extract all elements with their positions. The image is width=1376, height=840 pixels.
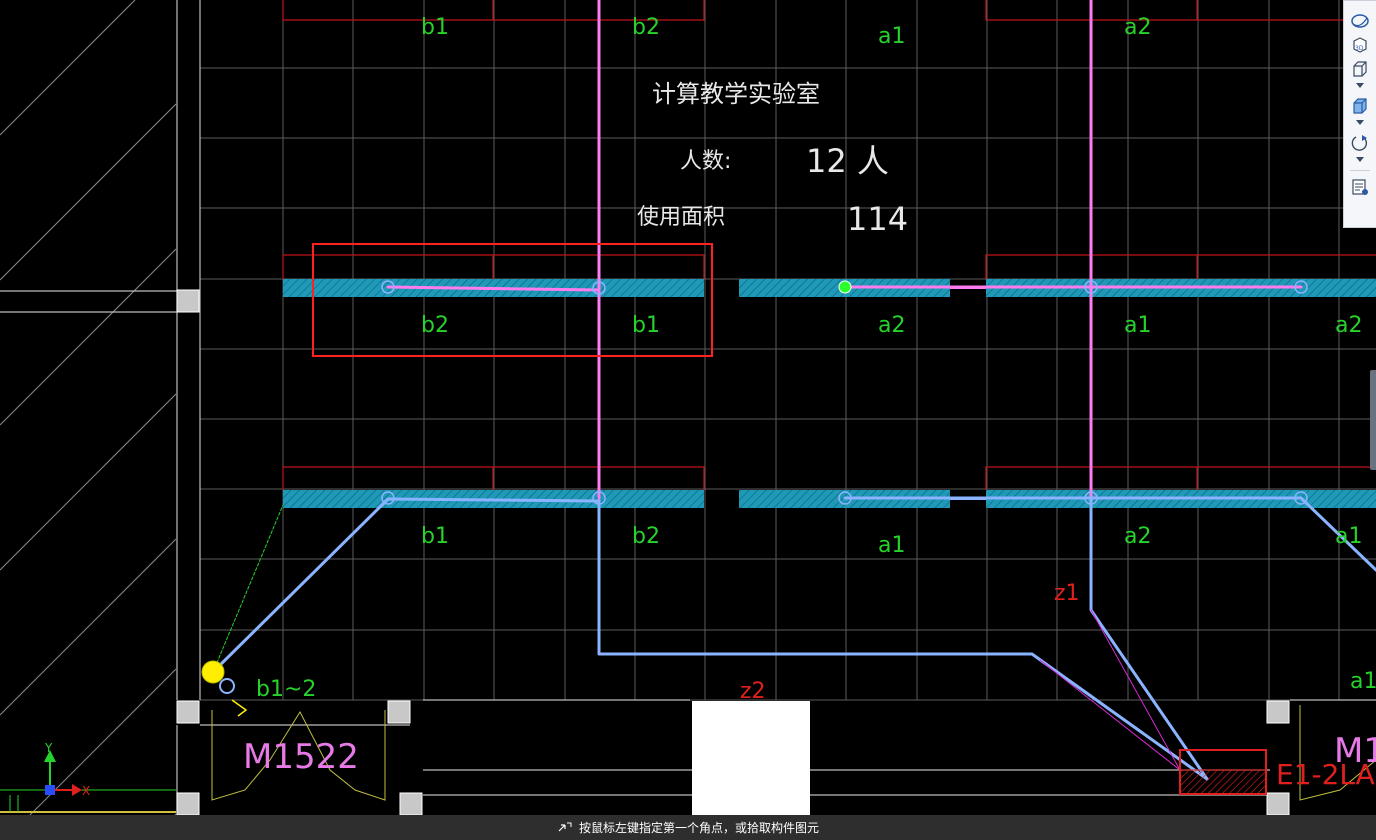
tag-z2: z2	[740, 679, 766, 704]
ucs-y-label: Y	[44, 741, 53, 755]
switch-socket	[219, 678, 235, 694]
occupancy-value: 12 人	[806, 142, 889, 180]
wiring	[211, 0, 1376, 781]
cube-wire-icon[interactable]	[1348, 57, 1372, 81]
fixture-label: a2	[1335, 313, 1362, 338]
status-bar: 按鼠标左键指定第一个角点，或拾取构件图元	[0, 815, 1376, 840]
svg-text:3D: 3D	[1355, 45, 1364, 52]
tag-z1: z1	[1054, 581, 1080, 606]
switch-symbol	[231, 699, 248, 717]
rotate-icon[interactable]	[1348, 131, 1372, 155]
fixture-label: a2	[878, 313, 905, 338]
cube-solid-dropdown-icon[interactable]	[1356, 120, 1364, 125]
door-label-left: M1522	[243, 737, 359, 777]
opening-block	[692, 701, 810, 815]
area-label: 使用面积	[637, 205, 725, 230]
fixture-nodes	[381, 280, 1308, 505]
grid-bubble-marks	[9, 795, 19, 812]
fixture-label: a2	[1124, 15, 1151, 40]
ucs-x-label: X	[82, 784, 90, 798]
distribution-panel-hatch	[1179, 769, 1267, 795]
switch-label-right: a1	[1350, 669, 1376, 694]
fixture-label: a1	[1124, 313, 1151, 338]
layer-view-icon[interactable]	[1348, 175, 1372, 199]
toolbar-divider	[1350, 170, 1370, 171]
ucs-icon: Y X	[44, 741, 90, 798]
fixture-label: b1	[632, 313, 660, 338]
area-value: 114	[847, 200, 908, 238]
view-toolbar: 3D	[1343, 0, 1376, 228]
cube-solid-icon[interactable]	[1348, 94, 1372, 118]
fixture-label: b1	[421, 15, 449, 40]
room-name: 计算教学实验室	[652, 80, 820, 108]
wall-hatch-left	[0, 0, 177, 815]
side-panel-toggle[interactable]	[1370, 370, 1376, 470]
occupancy-label: 人数:	[680, 149, 731, 174]
fixture-label: b2	[632, 524, 660, 549]
orbit-icon[interactable]	[1348, 9, 1372, 33]
branch-junction	[950, 286, 986, 289]
fixture-label: a1	[878, 24, 905, 49]
fixture-label: a1	[878, 533, 905, 558]
switch-point[interactable]	[201, 660, 225, 684]
structure-walls	[0, 0, 1376, 815]
branch-junction-lower	[950, 497, 986, 500]
pick-corner-icon	[557, 818, 573, 837]
fixture-label: b2	[421, 313, 449, 338]
status-prompt: 按鼠标左键指定第一个角点，或拾取构件图元	[578, 821, 819, 835]
fixture-label: a2	[1124, 524, 1151, 549]
view-3d-icon[interactable]: 3D	[1348, 33, 1372, 57]
switch-label: b1~2	[256, 677, 316, 702]
selected-fixture-node[interactable]	[838, 280, 852, 294]
fixture-label: b2	[632, 15, 660, 40]
fixture-label: a1	[1335, 524, 1362, 549]
panel-label: E1-2LADA	[1276, 758, 1376, 791]
cad-canvas[interactable]: 计算教学实验室 人数: 12 人 使用面积 114 b1 b2 a1 a2 b2…	[0, 0, 1376, 815]
fixture-label: b1	[421, 524, 449, 549]
rotate-dropdown-icon[interactable]	[1356, 157, 1364, 162]
cube-wire-dropdown-icon[interactable]	[1356, 83, 1364, 88]
selection-rectangle	[312, 243, 713, 357]
